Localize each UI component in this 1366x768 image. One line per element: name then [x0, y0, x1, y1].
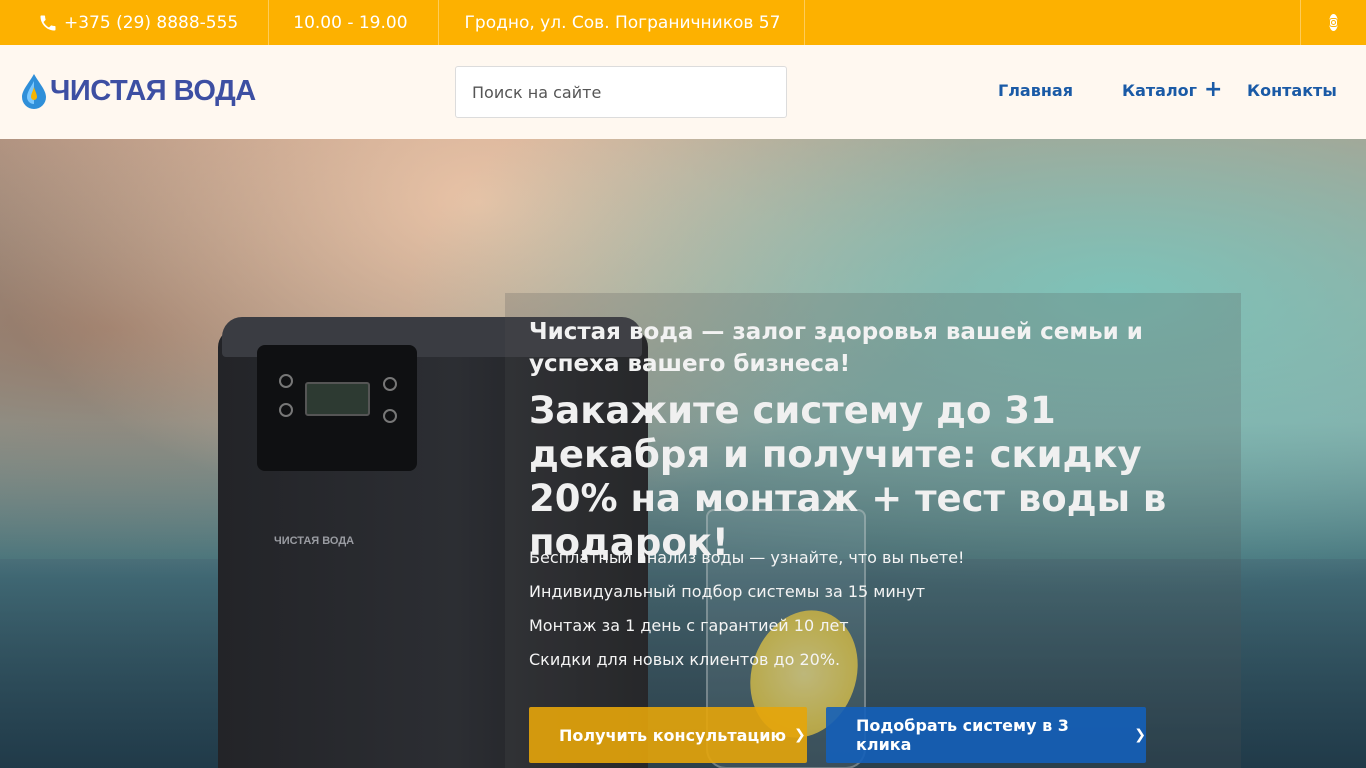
- device-button-icon: [383, 409, 397, 423]
- benefit-item: Скидки для новых клиентов до 20%.: [529, 650, 841, 669]
- chevron-right-icon: ❯: [794, 727, 806, 743]
- device-button-icon: [279, 374, 293, 388]
- catalog-expand-icon[interactable]: +: [1204, 77, 1222, 102]
- water-drop-icon: [22, 74, 46, 109]
- instagram-icon: [1329, 14, 1338, 31]
- nav-home[interactable]: Главная: [998, 81, 1073, 100]
- site-header: ЧИСТАЯ ВОДА Главная Каталог + Контакты: [0, 45, 1366, 139]
- nav-catalog[interactable]: Каталог: [1122, 81, 1197, 100]
- chevron-right-icon: ❯: [1134, 727, 1146, 743]
- phone-icon: [40, 15, 56, 30]
- benefit-item: Бесплатный анализ воды — узнайте, что вы…: [529, 548, 965, 567]
- phone-number: +375 (29) 8888-555: [64, 12, 239, 33]
- device-button-icon: [383, 377, 397, 391]
- logo-text: ЧИСТАЯ ВОДА: [50, 74, 256, 107]
- consultation-button-label: Получить консультацию: [559, 725, 787, 745]
- hours-text: 10.00 - 19.00: [293, 12, 408, 33]
- instagram-link[interactable]: [1300, 0, 1366, 45]
- benefit-item: Индивидуальный подбор системы за 15 мину…: [529, 582, 926, 601]
- address: Гродно, ул. Сов. Пограничников 57: [439, 0, 806, 45]
- benefit-item: Монтаж за 1 день с гарантией 10 лет: [529, 616, 849, 635]
- logo[interactable]: ЧИСТАЯ ВОДА: [20, 73, 256, 109]
- device-button-icon: [279, 403, 293, 417]
- hero-title: Закажите систему до 31 декабря и получит…: [529, 389, 1167, 564]
- pick-system-button-label: Подобрать систему в 3 клика: [856, 716, 1069, 754]
- nav-contacts[interactable]: Контакты: [1247, 81, 1337, 100]
- hero-banner: ЧИСТАЯ ВОДА Чистая вода — залог здоровья…: [0, 139, 1366, 768]
- phone-link[interactable]: +375 (29) 8888-555: [0, 0, 270, 45]
- search-input[interactable]: [455, 66, 787, 118]
- pick-system-button[interactable]: Подобрать систему в 3 клика ❯: [826, 707, 1146, 763]
- address-text: Гродно, ул. Сов. Пограничников 57: [464, 12, 781, 33]
- filter-device-display: [305, 382, 370, 416]
- working-hours: 10.00 - 19.00: [269, 0, 439, 45]
- hero-subtitle: Чистая вода — залог здоровья вашей семьи…: [529, 319, 1143, 377]
- top-bar: +375 (29) 8888-555 10.00 - 19.00 Гродно,…: [0, 0, 1366, 45]
- get-consultation-button[interactable]: Получить консультацию ❯: [529, 707, 807, 763]
- device-brand-label: ЧИСТАЯ ВОДА: [274, 535, 355, 547]
